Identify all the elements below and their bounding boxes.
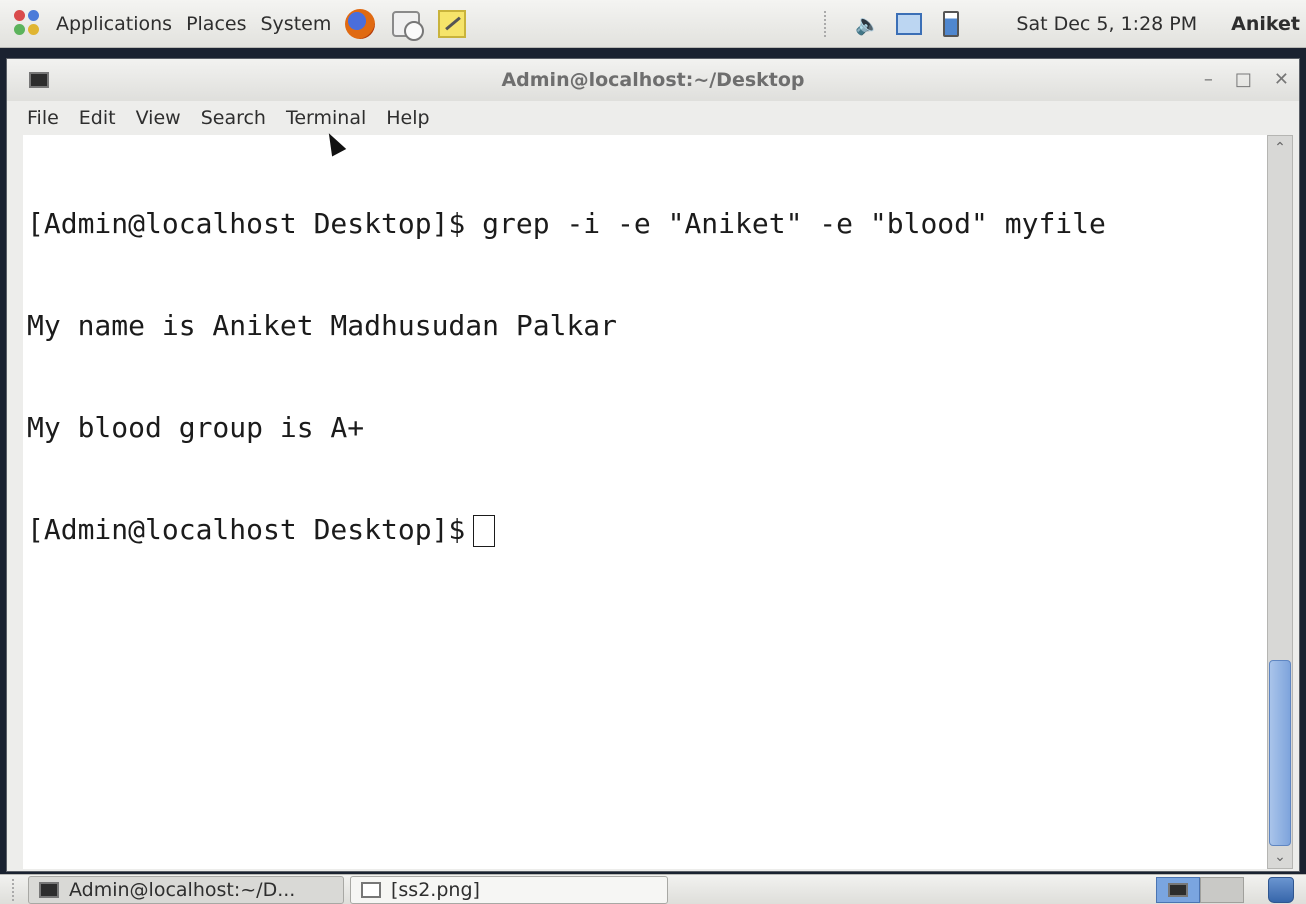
firefox-icon bbox=[345, 8, 376, 39]
volume-tray[interactable]: 🔈 bbox=[852, 9, 882, 39]
menu-search[interactable]: Search bbox=[201, 107, 266, 129]
tray-grip bbox=[824, 10, 828, 37]
applications-menu[interactable]: Applications bbox=[48, 0, 178, 47]
terminal-line: [Admin@localhost Desktop]$ grep -i -e "A… bbox=[27, 207, 1106, 240]
terminal-scrollbar[interactable]: ⌃ ⌄ bbox=[1267, 135, 1293, 869]
taskbar-terminal-label: Admin@localhost:~/D... bbox=[69, 878, 296, 901]
scroll-thumb[interactable] bbox=[1269, 660, 1291, 846]
mail-icon bbox=[392, 10, 425, 41]
volume-icon: 🔈 bbox=[854, 11, 880, 36]
network-icon bbox=[896, 12, 923, 35]
close-icon[interactable]: ✕ bbox=[1274, 69, 1289, 90]
bottom-panel: Admin@localhost:~/D... [ss2.png] bbox=[0, 874, 1306, 904]
taskbar-terminal-button[interactable]: Admin@localhost:~/D... bbox=[28, 875, 344, 904]
notes-launcher[interactable] bbox=[435, 7, 469, 41]
taskbar-image-label: [ss2.png] bbox=[391, 878, 480, 901]
menu-edit[interactable]: Edit bbox=[79, 107, 116, 129]
menu-file[interactable]: File bbox=[27, 107, 59, 129]
terminal-icon bbox=[39, 881, 59, 898]
terminal-window: Admin@localhost:~/Desktop – □ ✕ File Edi… bbox=[6, 58, 1300, 872]
system-menu[interactable]: System bbox=[252, 0, 337, 47]
places-menu[interactable]: Places bbox=[178, 0, 252, 47]
menu-terminal[interactable]: Terminal bbox=[286, 107, 366, 129]
clock[interactable]: Sat Dec 5, 1:28 PM bbox=[1016, 13, 1197, 35]
network-tray[interactable] bbox=[894, 9, 924, 39]
window-controls: – □ ✕ bbox=[1204, 69, 1289, 90]
window-menubar: File Edit View Search Terminal Help bbox=[7, 101, 1299, 135]
places-menu-label: Places bbox=[186, 12, 247, 35]
terminal-line: My name is Aniket Madhusudan Palkar bbox=[27, 309, 618, 342]
window-title: Admin@localhost:~/Desktop bbox=[501, 69, 805, 91]
terminal-prompt-line: [Admin@localhost Desktop]$ bbox=[27, 513, 1269, 547]
window-icon bbox=[361, 881, 381, 898]
applications-menu-icon[interactable] bbox=[14, 9, 42, 38]
terminal-line: My blood group is A+ bbox=[27, 411, 365, 444]
firefox-launcher[interactable] bbox=[343, 7, 377, 41]
scroll-up-icon[interactable]: ⌃ bbox=[1268, 136, 1292, 160]
user-menu[interactable]: Aniket bbox=[1231, 13, 1300, 35]
taskbar-image-button[interactable]: [ss2.png] bbox=[350, 875, 668, 904]
battery-tray[interactable] bbox=[936, 9, 966, 39]
menu-view[interactable]: View bbox=[136, 107, 181, 129]
workspace-2[interactable] bbox=[1200, 877, 1244, 903]
system-menu-label: System bbox=[260, 12, 332, 35]
mail-launcher[interactable] bbox=[389, 7, 425, 41]
taskbar-grip bbox=[12, 878, 16, 901]
maximize-icon[interactable]: □ bbox=[1235, 69, 1252, 90]
scroll-down-icon[interactable]: ⌄ bbox=[1268, 846, 1292, 868]
workspace-1[interactable] bbox=[1156, 877, 1200, 903]
notes-icon bbox=[438, 9, 467, 38]
terminal-icon bbox=[1168, 883, 1188, 897]
terminal-icon[interactable] bbox=[29, 72, 49, 88]
top-panel: Applications Places System 🔈 Sat Dec 5, … bbox=[0, 0, 1306, 48]
terminal-prompt: [Admin@localhost Desktop]$ bbox=[27, 513, 466, 546]
battery-icon bbox=[943, 10, 960, 37]
terminal-output[interactable]: [Admin@localhost Desktop]$ grep -i -e "A… bbox=[23, 135, 1269, 869]
applications-menu-label: Applications bbox=[56, 12, 173, 35]
trash-icon[interactable] bbox=[1268, 877, 1294, 903]
window-titlebar[interactable]: Admin@localhost:~/Desktop – □ ✕ bbox=[7, 59, 1299, 101]
workspace-switcher bbox=[1156, 877, 1244, 903]
menu-help[interactable]: Help bbox=[386, 107, 429, 129]
minimize-icon[interactable]: – bbox=[1204, 69, 1213, 90]
text-cursor bbox=[473, 515, 496, 547]
